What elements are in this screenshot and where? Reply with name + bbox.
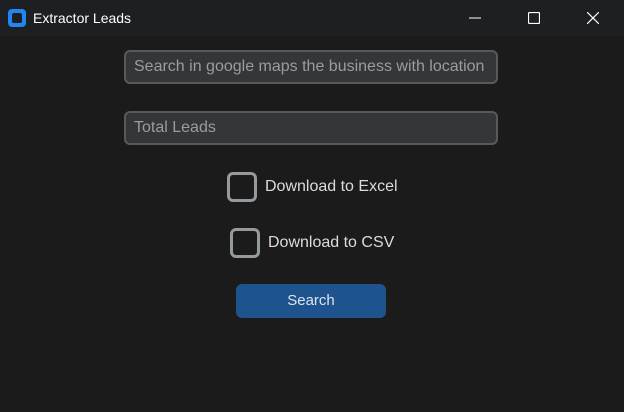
- close-icon: [587, 12, 599, 24]
- total-leads-field[interactable]: [124, 111, 498, 145]
- minimize-button[interactable]: [452, 0, 498, 36]
- download-csv-checkbox[interactable]: [230, 228, 260, 258]
- title-bar[interactable]: Extractor Leads: [0, 0, 624, 36]
- maximize-icon: [528, 12, 540, 24]
- download-excel-label[interactable]: Download to Excel: [265, 172, 398, 202]
- minimize-icon: [469, 17, 481, 19]
- app-window: Extractor Leads Download to Excel D: [0, 0, 624, 412]
- download-csv-label[interactable]: Download to CSV: [268, 228, 394, 258]
- maximize-button[interactable]: [511, 0, 557, 36]
- total-leads-input[interactable]: [126, 113, 496, 143]
- search-button[interactable]: Search: [236, 284, 386, 318]
- window-title: Extractor Leads: [33, 10, 132, 26]
- app-logo-icon: [8, 9, 26, 27]
- search-field[interactable]: [124, 50, 498, 84]
- download-excel-checkbox[interactable]: [227, 172, 257, 202]
- search-input[interactable]: [126, 52, 496, 82]
- close-button[interactable]: [570, 0, 616, 36]
